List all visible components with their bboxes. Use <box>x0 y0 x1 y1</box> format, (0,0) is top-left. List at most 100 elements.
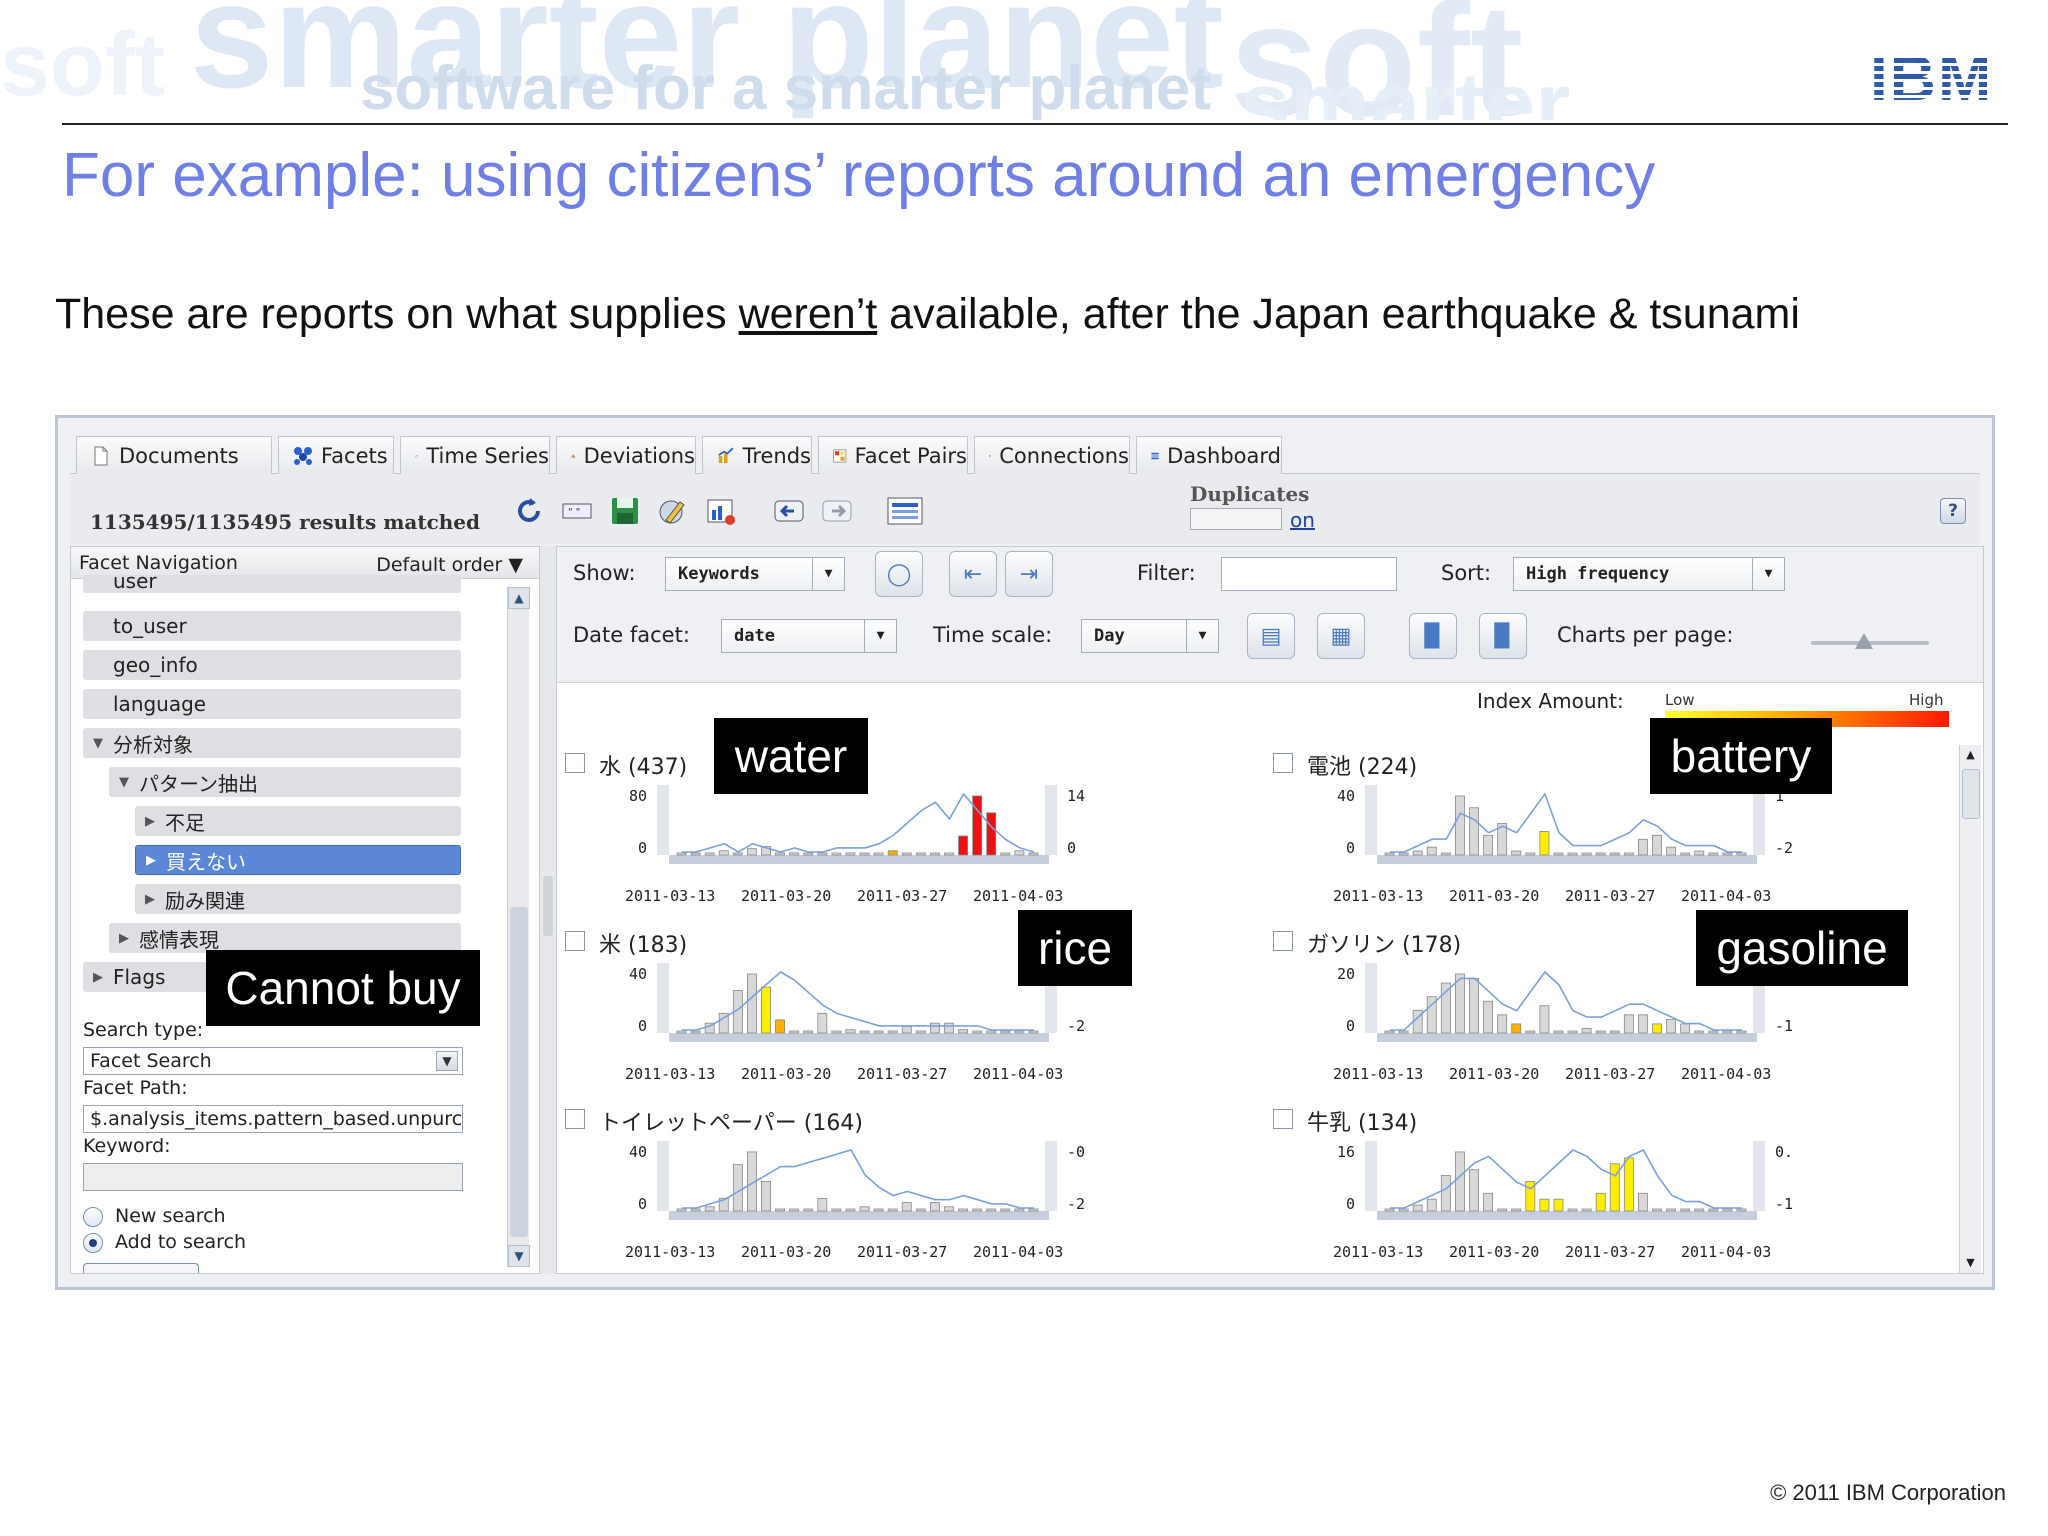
chart-title: ガソリン (178) <box>1307 933 1462 958</box>
facet-scrollbar[interactable]: ▲ ▼ <box>507 587 530 1267</box>
x-tick-label: 2011-03-13 <box>625 887 715 905</box>
quote-icon: " " <box>562 503 592 519</box>
tab-trends[interactable]: Trends <box>702 436 812 474</box>
collapsed-arrow-icon[interactable]: ▶ <box>119 931 129 946</box>
expanded-arrow-icon[interactable]: ▼ <box>93 736 103 751</box>
arrange-right-button[interactable]: ⇥ <box>1005 551 1053 597</box>
chart-bar <box>817 1012 828 1034</box>
new-search-radio[interactable] <box>83 1207 103 1227</box>
chart-bar <box>1539 1198 1550 1212</box>
chart-bar <box>1483 1000 1494 1034</box>
tab-connections[interactable]: Connections <box>974 436 1130 474</box>
tab-facet-pairs[interactable]: Facet Pairs <box>818 436 968 474</box>
time-scale-select[interactable]: Day ▼ <box>1081 619 1219 653</box>
scroll-thumb[interactable] <box>1962 769 1980 819</box>
facet-item[interactable]: ▶ 不足 <box>135 806 461 836</box>
sort-select[interactable]: High frequency ▼ <box>1513 557 1785 591</box>
keyword-input[interactable] <box>83 1163 463 1191</box>
x-tick-label: 2011-03-27 <box>857 1243 947 1261</box>
save-button[interactable] <box>606 492 644 530</box>
magnifier-icon: ◯ <box>886 561 912 587</box>
forward-button[interactable] <box>818 492 856 530</box>
search-button[interactable] <box>83 1263 199 1273</box>
charts-per-page-slider[interactable] <box>1811 633 1929 649</box>
slider-knob[interactable] <box>1855 633 1874 649</box>
chart-checkbox[interactable] <box>565 931 585 951</box>
callout-cannot-buy: Cannot buy <box>206 950 480 1026</box>
facet-item[interactable]: to_user <box>83 611 461 641</box>
facet-item-label: 不足 <box>165 810 205 835</box>
scroll-up-icon[interactable]: ▲ <box>1960 745 1981 765</box>
expanded-arrow-icon[interactable]: ▼ <box>119 775 129 790</box>
search-type-select[interactable]: Facet Search ▼ <box>83 1047 463 1075</box>
bar-chart-button-2[interactable]: ▉ <box>1479 613 1527 659</box>
refresh-button[interactable] <box>510 492 548 530</box>
duplicates-box <box>1190 508 1282 530</box>
y-axis-band <box>1365 963 1377 1033</box>
facet-path-input[interactable]: $.analysis_items.pattern_based.unpurc <box>83 1105 463 1133</box>
keyword-chart[interactable]: 米 (183)4002-22011-03-132011-03-202011-03… <box>565 925 1085 1097</box>
zoom-chart-button[interactable]: ◯ <box>875 551 923 597</box>
chart-bar <box>1525 1030 1536 1034</box>
chart-checkbox[interactable] <box>565 1109 585 1129</box>
list-view-button[interactable] <box>886 492 924 530</box>
scroll-thumb[interactable] <box>510 907 528 1237</box>
connections-icon <box>989 454 992 457</box>
chart-svg: 4002-22011-03-132011-03-202011-03-272011… <box>625 963 1085 1083</box>
collapsed-arrow-icon[interactable]: ▶ <box>145 892 155 907</box>
keyword-chart[interactable]: トイレットペーパー (164) 40 0 -0.8 -2.6 2011-03-13 2011… <box>565 1103 1085 1273</box>
chart-bar <box>1440 982 1451 1034</box>
y-axis-band <box>1365 1141 1377 1211</box>
charts-scrollbar[interactable]: ▲ ▼ <box>1959 745 1981 1273</box>
filter-input[interactable] <box>1221 557 1397 591</box>
facet-item[interactable]: ▼ 分析対象 <box>83 728 461 758</box>
panel-splitter[interactable] <box>540 546 556 1274</box>
keyword-chart[interactable]: 牛乳 (134) 16 0 0.8 -1.4 2011-03-13 2011-03-20 20… <box>1273 1103 1793 1273</box>
facet-item[interactable]: language <box>83 689 461 719</box>
edit-chart-button[interactable] <box>654 492 692 530</box>
tab-facets[interactable]: Facets <box>278 436 394 474</box>
scroll-up-icon[interactable]: ▲ <box>508 587 530 609</box>
collapsed-arrow-icon[interactable]: ▶ <box>145 814 155 829</box>
tab-documents[interactable]: Documents <box>76 436 272 474</box>
tab-dashboard[interactable]: Dashboard <box>1136 436 1282 474</box>
chart-checkbox[interactable] <box>1273 931 1293 951</box>
splitter-grip[interactable] <box>543 876 553 936</box>
bar-chart-button-1[interactable]: ▉ <box>1409 613 1457 659</box>
facet-item[interactable]: ▶ 買えない <box>135 845 461 875</box>
duplicates-toggle-link[interactable]: on <box>1290 508 1315 532</box>
scroll-down-icon[interactable]: ▼ <box>508 1245 530 1267</box>
help-button[interactable]: ? <box>1940 498 1966 524</box>
chart-bar <box>915 1030 926 1034</box>
show-value: Keywords <box>678 564 760 584</box>
show-select[interactable]: Keywords ▼ <box>665 557 845 591</box>
collapsed-arrow-icon[interactable]: ▶ <box>93 970 103 985</box>
text-query-button[interactable]: " " <box>558 492 596 530</box>
facet-order-dropdown[interactable]: Default order ▼ <box>376 554 523 576</box>
chart-option-button-2[interactable]: ▦ <box>1317 613 1365 659</box>
callout-rice: rice <box>1018 910 1132 986</box>
scroll-down-icon[interactable]: ▼ <box>1960 1253 1981 1273</box>
tab-deviations[interactable]: Deviations <box>556 436 696 474</box>
back-arrow-icon <box>774 500 804 522</box>
facet-item[interactable]: ▶ 励み関連 <box>135 884 461 914</box>
export-chart-button[interactable] <box>702 492 740 530</box>
facet-item[interactable]: user <box>83 569 461 593</box>
dashboard-icon <box>1151 452 1159 459</box>
date-facet-select[interactable]: date ▼ <box>721 619 897 653</box>
collapsed-arrow-icon[interactable]: ▶ <box>146 853 156 868</box>
chart-checkbox[interactable] <box>1273 753 1293 773</box>
facet-item[interactable]: ▼ パターン抽出 <box>109 767 461 797</box>
chart-bar <box>1000 1208 1011 1212</box>
facet-item[interactable]: ▶ 感情表現 <box>109 923 461 953</box>
add-to-search-radio[interactable] <box>83 1233 103 1253</box>
y2-tick-label: -2 <box>1067 1017 1085 1035</box>
chart-checkbox[interactable] <box>565 753 585 773</box>
chart-option-button-1[interactable]: ▤ <box>1247 613 1295 659</box>
tab-time-series[interactable]: Time Series <box>400 436 550 474</box>
facet-item[interactable]: geo_info <box>83 650 461 680</box>
back-button[interactable] <box>770 492 808 530</box>
chart-checkbox[interactable] <box>1273 1109 1293 1129</box>
x-tick-label: 2011-03-13 <box>1333 887 1423 905</box>
arrange-left-button[interactable]: ⇤ <box>949 551 997 597</box>
